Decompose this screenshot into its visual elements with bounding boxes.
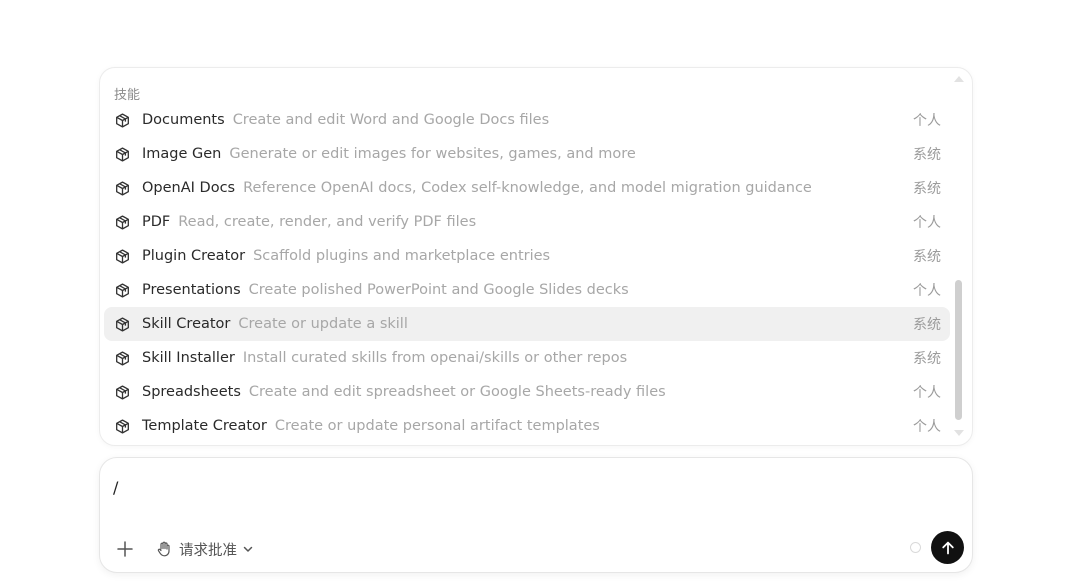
scroll-down-arrow-icon[interactable] — [954, 430, 964, 436]
skill-description: Generate or edit images for websites, ga… — [229, 146, 636, 162]
arrow-up-icon — [941, 541, 954, 554]
skill-name: Spreadsheets — [142, 384, 241, 400]
skill-name: Skill Installer — [142, 350, 235, 366]
add-button[interactable] — [114, 538, 136, 560]
menu-heading: 技能 — [114, 88, 141, 103]
skill-scope: 系统 — [913, 147, 941, 163]
cube-icon — [115, 418, 130, 434]
cube-icon — [115, 146, 130, 162]
skill-name: Plugin Creator — [142, 248, 246, 264]
cube-icon — [115, 316, 130, 332]
skill-item[interactable]: Plugin Creator Scaffold plugins and mark… — [104, 239, 950, 273]
approval-mode-dropdown[interactable]: 请求批准 — [156, 537, 254, 561]
skill-item[interactable]: Skill Installer Install curated skills f… — [104, 341, 950, 375]
plus-icon — [117, 541, 133, 557]
skill-item[interactable]: PDF Read, create, render, and verify PDF… — [104, 205, 950, 239]
skill-item[interactable]: Documents Create and edit Word and Googl… — [104, 103, 950, 137]
skill-scope: 系统 — [913, 351, 941, 367]
skill-scope: 个人 — [913, 385, 941, 401]
scroll-up-arrow-icon[interactable] — [954, 76, 964, 82]
skill-name: PDF — [142, 214, 171, 230]
skill-name: Presentations — [142, 282, 241, 298]
skill-scope: 个人 — [913, 283, 941, 299]
context-status-indicator — [910, 542, 921, 553]
skill-name: Template Creator — [142, 418, 267, 434]
skill-name: Documents — [142, 112, 225, 128]
skill-scope: 系统 — [913, 317, 941, 333]
skills-list: Documents Create and edit Word and Googl… — [104, 103, 950, 443]
skill-description: Create and edit spreadsheet or Google Sh… — [248, 384, 666, 400]
cube-icon — [115, 112, 130, 128]
skill-name: Skill Creator — [142, 316, 231, 332]
skill-item[interactable]: Template Creator Create or update person… — [104, 409, 950, 443]
chevron-down-icon — [243, 546, 253, 552]
skill-scope: 系统 — [913, 249, 941, 265]
skill-scope: 系统 — [913, 181, 941, 197]
skill-description: Create and edit Word and Google Docs fil… — [232, 112, 550, 128]
menu-scrollbar[interactable] — [953, 74, 965, 438]
cube-icon — [115, 384, 130, 400]
skill-description: Read, create, render, and verify PDF fil… — [178, 214, 477, 230]
skill-name: OpenAI Docs — [142, 180, 236, 196]
cube-icon — [115, 350, 130, 366]
cube-icon — [115, 180, 130, 196]
hand-icon — [157, 541, 170, 557]
cube-icon — [115, 214, 130, 230]
skill-item[interactable]: Presentations Create polished PowerPoint… — [104, 273, 950, 307]
skill-description: Create or update personal artifact templ… — [274, 418, 600, 434]
send-button[interactable] — [931, 531, 964, 564]
skill-description: Create polished PowerPoint and Google Sl… — [248, 282, 629, 298]
composer: / 请求批准 — [99, 457, 973, 573]
skill-description: Scaffold plugins and marketplace entries — [253, 248, 551, 264]
prompt-input[interactable]: / — [113, 478, 118, 497]
skill-description: Create or update a skill — [238, 316, 408, 332]
skill-description: Install curated skills from openai/skill… — [242, 350, 628, 366]
scroll-thumb[interactable] — [955, 280, 962, 420]
skill-description: Reference OpenAI docs, Codex self-knowle… — [243, 180, 812, 196]
skill-name: Image Gen — [142, 146, 222, 162]
cube-icon — [115, 248, 130, 264]
skill-scope: 个人 — [913, 215, 941, 231]
skill-scope: 个人 — [913, 419, 941, 435]
approval-mode-label: 请求批准 — [179, 542, 237, 559]
skills-menu: 技能 Documents Create and edit Word and Go… — [99, 67, 973, 446]
skill-item[interactable]: Skill Creator Create or update a skill 系… — [104, 307, 950, 341]
cube-icon — [115, 282, 130, 298]
skill-item[interactable]: Spreadsheets Create and edit spreadsheet… — [104, 375, 950, 409]
skill-item[interactable]: OpenAI Docs Reference OpenAI docs, Codex… — [104, 171, 950, 205]
skill-item[interactable]: Image Gen Generate or edit images for we… — [104, 137, 950, 171]
skill-scope: 个人 — [913, 113, 941, 129]
